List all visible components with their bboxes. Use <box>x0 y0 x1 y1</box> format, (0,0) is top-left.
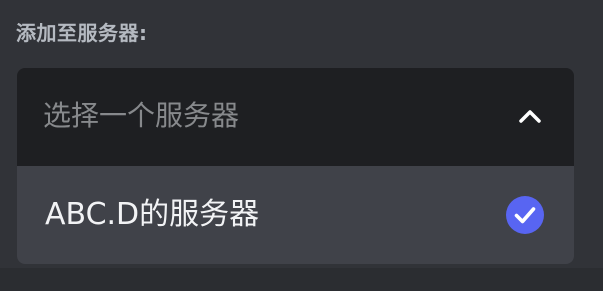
select-placeholder: 选择一个服务器 <box>43 99 240 132</box>
field-label: 添加至服务器: <box>16 21 148 45</box>
server-option-label: ABC.D的服务器 <box>45 197 260 232</box>
chevron-up-icon[interactable] <box>514 100 546 132</box>
modal-footer <box>0 268 603 291</box>
server-dropdown-list: ABC.D的服务器 <box>17 166 574 264</box>
server-option[interactable]: ABC.D的服务器 <box>17 166 574 264</box>
check-circle-icon <box>506 196 544 234</box>
server-select[interactable]: 选择一个服务器 <box>17 68 574 166</box>
